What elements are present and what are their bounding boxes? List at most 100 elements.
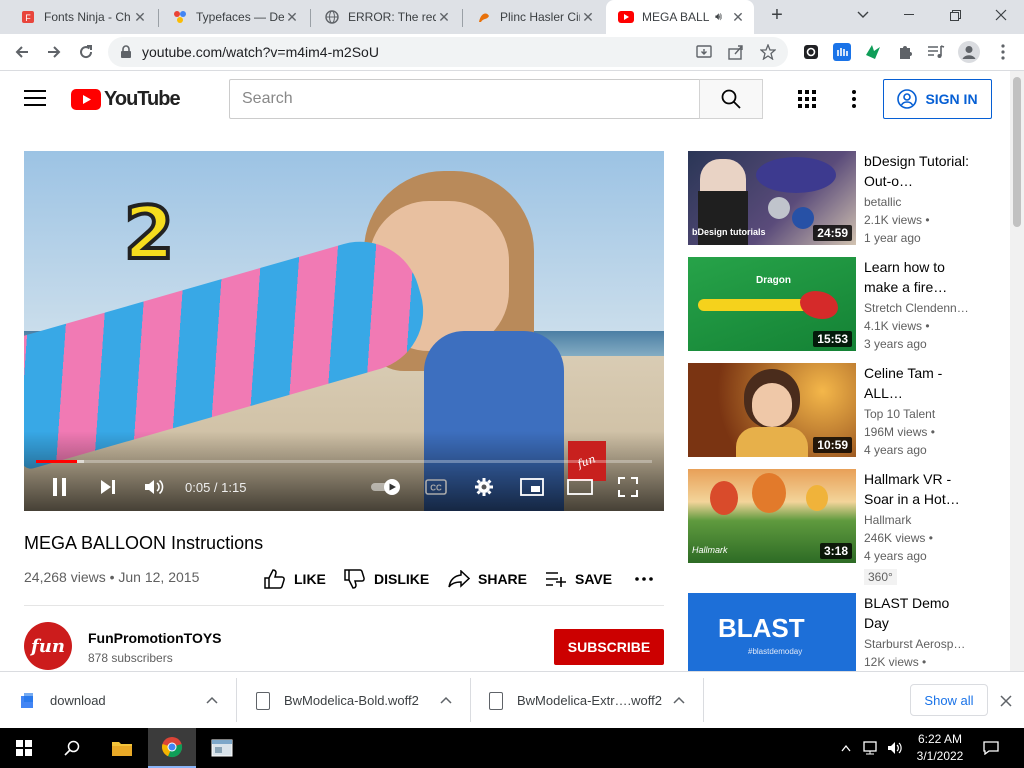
tab-title: Fonts Ninja - Ch: [44, 10, 131, 24]
tab-typefaces[interactable]: Typefaces — De ✕: [160, 0, 308, 34]
tab-mega-balloon[interactable]: MEGA BALL 🔊︎ ✕: [606, 0, 754, 34]
video-thumbnail[interactable]: Dragon 15:53: [688, 257, 856, 351]
tab-error[interactable]: ERROR: The requ ✕: [312, 0, 460, 34]
install-app-icon[interactable]: [696, 44, 712, 60]
recommendation-item[interactable]: Hallmark 3:18 Hallmark VR - Soar in a Ho…: [688, 469, 988, 569]
fullscreen-icon[interactable]: [614, 473, 642, 501]
close-window-icon[interactable]: [978, 0, 1024, 30]
autoplay-toggle-icon[interactable]: [370, 473, 404, 501]
bookmark-star-icon[interactable]: [760, 44, 776, 60]
rec-channel[interactable]: Stretch Clendenn…: [864, 301, 974, 315]
subscribe-button[interactable]: SUBSCRIBE: [554, 629, 664, 665]
tab-plinc[interactable]: Plinc Hasler Circ ✕: [464, 0, 604, 34]
download-item[interactable]: BwModelica-Bold.woff2: [256, 672, 470, 729]
chevron-up-icon[interactable]: [206, 693, 218, 707]
forward-icon[interactable]: [40, 38, 68, 66]
chrome-taskbar-icon[interactable]: [148, 728, 196, 768]
settings-more-icon[interactable]: [852, 90, 856, 113]
rec-channel[interactable]: Top 10 Talent: [864, 407, 974, 421]
channel-avatar[interactable]: fun: [24, 622, 72, 670]
chevron-up-icon[interactable]: [440, 693, 452, 707]
file-explorer-icon[interactable]: [98, 728, 146, 768]
rec-channel[interactable]: Starburst Aerosp…: [864, 637, 974, 651]
rec-channel[interactable]: betallic: [864, 195, 974, 209]
duration-badge: 10:59: [813, 437, 852, 453]
video-thumbnail[interactable]: BLAST #blastdemoday: [688, 593, 856, 671]
lock-icon[interactable]: [118, 44, 134, 60]
address-bar[interactable]: youtube.com/watch?v=m4im4-m2SoU: [108, 37, 788, 67]
recommendation-item[interactable]: 10:59 Celine Tam - ALL… Top 10 Talent 19…: [688, 363, 988, 463]
network-icon[interactable]: [860, 728, 882, 768]
restore-icon[interactable]: [932, 0, 978, 30]
more-actions-button[interactable]: [635, 568, 653, 590]
rec-title[interactable]: BLAST Demo Day: [864, 593, 974, 633]
apps-grid-icon[interactable]: [798, 90, 816, 113]
sign-in-button[interactable]: SIGN IN: [883, 79, 992, 119]
rec-title[interactable]: Celine Tam - ALL…: [864, 363, 974, 403]
rec-title[interactable]: Hallmark VR - Soar in a Hot…: [864, 469, 974, 509]
extension-hand-icon[interactable]: [833, 43, 851, 61]
close-tab-icon[interactable]: ✕: [580, 9, 596, 25]
video-thumbnail[interactable]: 10:59: [688, 363, 856, 457]
minimize-icon[interactable]: [886, 0, 932, 30]
rec-title[interactable]: Learn how to make a fire…: [864, 257, 974, 297]
volume-tray-icon[interactable]: [884, 728, 906, 768]
extension-q-icon[interactable]: [802, 43, 820, 61]
notifications-icon[interactable]: [968, 728, 1014, 768]
volume-icon[interactable]: [140, 473, 168, 501]
show-all-button[interactable]: Show all: [910, 684, 988, 716]
taskbar-search-icon[interactable]: [48, 728, 96, 768]
speaker-icon[interactable]: 🔊︎: [715, 11, 722, 24]
extension-bird-icon[interactable]: [864, 43, 882, 61]
app-window-icon[interactable]: [198, 728, 246, 768]
video-thumbnail[interactable]: bDesign tutorials 24:59: [688, 151, 856, 245]
back-icon[interactable]: [8, 38, 36, 66]
search-input[interactable]: Search: [229, 79, 700, 119]
download-item[interactable]: download: [20, 672, 236, 729]
recommendation-item[interactable]: BLAST #blastdemoday BLAST Demo Day Starb…: [688, 593, 988, 671]
youtube-logo[interactable]: YouTube: [71, 88, 181, 111]
miniplayer-icon[interactable]: [518, 473, 546, 501]
pause-icon[interactable]: [46, 473, 74, 501]
page-scrollbar[interactable]: [1010, 71, 1024, 671]
browser-menu-icon[interactable]: [994, 43, 1012, 61]
profile-avatar-icon[interactable]: [958, 41, 980, 63]
media-control-icon[interactable]: [927, 43, 945, 61]
tab-fonts-ninja[interactable]: F Fonts Ninja - Ch ✕: [8, 0, 156, 34]
download-item[interactable]: BwModelica-Extr….woff2: [489, 672, 703, 729]
video-player[interactable]: 2 fun 0:05 / 1:15 CC: [24, 151, 664, 511]
close-tab-icon[interactable]: ✕: [436, 9, 452, 25]
scrollbar-thumb[interactable]: [1013, 77, 1021, 227]
reload-icon[interactable]: [72, 38, 100, 66]
new-tab-icon[interactable]: +: [760, 0, 794, 30]
chevron-down-icon[interactable]: [840, 0, 886, 30]
rec-title[interactable]: bDesign Tutorial: Out-o…: [864, 151, 974, 191]
channel-name[interactable]: FunPromotionTOYS: [88, 630, 222, 646]
chevron-up-icon[interactable]: [673, 693, 685, 707]
like-button[interactable]: LIKE: [264, 568, 326, 590]
hamburger-menu-icon[interactable]: [24, 89, 46, 112]
extensions-puzzle-icon[interactable]: [896, 43, 914, 61]
close-tab-icon[interactable]: ✕: [730, 9, 746, 25]
recommendation-item[interactable]: Dragon 15:53 Learn how to make a fire… S…: [688, 257, 988, 357]
save-button[interactable]: SAVE: [545, 568, 612, 590]
dislike-button[interactable]: DISLIKE: [344, 568, 429, 590]
windows-start-icon[interactable]: [0, 728, 48, 768]
next-icon[interactable]: [94, 473, 122, 501]
rec-channel[interactable]: Hallmark: [864, 513, 974, 527]
close-tab-icon[interactable]: ✕: [284, 9, 300, 25]
captions-icon[interactable]: CC: [422, 473, 450, 501]
close-downloads-icon[interactable]: [1000, 694, 1012, 712]
taskbar-clock[interactable]: 6:22 AM 3/1/2022: [912, 731, 968, 765]
share-button[interactable]: SHARE: [448, 568, 527, 590]
video-thumbnail[interactable]: Hallmark 3:18: [688, 469, 856, 563]
theater-mode-icon[interactable]: [566, 473, 594, 501]
youtube-header: YouTube Search SIGN IN: [0, 71, 1024, 127]
recommendation-item[interactable]: bDesign tutorials 24:59 bDesign Tutorial…: [688, 151, 988, 251]
share-icon[interactable]: [728, 44, 744, 60]
close-tab-icon[interactable]: ✕: [132, 9, 148, 25]
progress-track[interactable]: [36, 460, 652, 463]
tray-chevron-up-icon[interactable]: [836, 728, 856, 768]
settings-gear-icon[interactable]: [470, 473, 498, 501]
search-button[interactable]: [699, 79, 763, 119]
